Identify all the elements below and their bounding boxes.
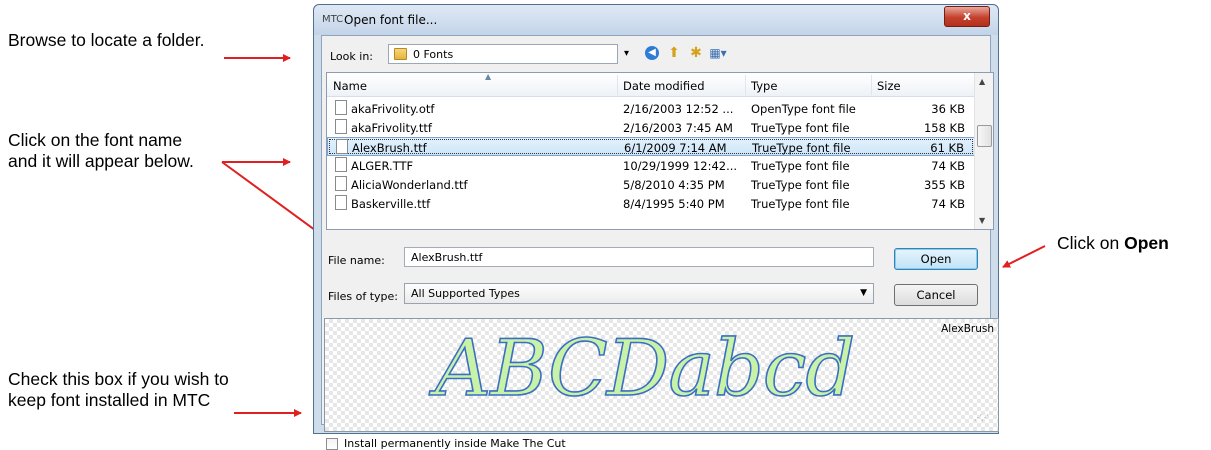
column-header-name[interactable]: Name [333, 79, 367, 93]
back-icon[interactable]: ◀ [642, 43, 662, 63]
file-size: 61 KB [930, 141, 964, 155]
file-icon [335, 176, 347, 191]
column-header-date[interactable]: Date modified [623, 79, 705, 93]
file-name-input[interactable]: AlexBrush.ttf [404, 247, 874, 267]
install-permanently-checkbox[interactable] [326, 438, 338, 450]
annotation-browse: Browse to locate a folder. [8, 30, 205, 50]
sort-arrow-icon: ▲ [485, 72, 492, 81]
annotation-click-font: Click on the font name and it will appea… [8, 130, 194, 171]
file-name: ALGER.TTF [351, 159, 414, 173]
column-divider[interactable] [745, 75, 746, 95]
file-type: OpenType font file [751, 102, 856, 116]
chevron-down-icon[interactable]: ▼ [860, 288, 867, 298]
file-size: 158 KB [923, 121, 965, 135]
install-permanently-label[interactable]: Install permanently inside Make The Cut [344, 437, 566, 450]
file-name-label: File name: [328, 254, 385, 267]
app-icon: MTC [322, 14, 344, 25]
file-type: TrueType font file [751, 178, 850, 192]
file-name: akaFrivolity.otf [351, 102, 435, 116]
file-type: TrueType font file [751, 197, 850, 211]
look-in-label: Look in: [330, 50, 373, 63]
files-of-type-select[interactable]: All Supported Types ▼ [404, 283, 874, 304]
file-row[interactable]: ALGER.TTF 10/29/1999 12:42... TrueType f… [327, 156, 975, 175]
scroll-thumb[interactable] [977, 125, 992, 147]
vertical-scrollbar[interactable]: ▲ ▼ [974, 73, 993, 229]
file-icon [335, 100, 347, 115]
chevron-down-icon[interactable]: ▾ [624, 48, 629, 59]
files-of-type-value: All Supported Types [411, 287, 520, 300]
arrow-to-open-button [1002, 245, 1046, 268]
annotation-click-open-bold: Open [1124, 233, 1169, 253]
resize-grip-icon[interactable]: ⋰⋰ [974, 413, 989, 422]
file-name: AliciaWonderland.ttf [351, 178, 468, 192]
file-size: 355 KB [923, 178, 965, 192]
preview-font-name: AlexBrush [941, 323, 994, 335]
file-size: 36 KB [931, 102, 965, 116]
font-preview: AlexBrush ABCDabcd [324, 318, 999, 432]
column-header-row: ▲ Name Date modified Type Size [327, 73, 975, 97]
file-row[interactable]: akaFrivolity.otf 2/16/2003 12:52 ... Ope… [327, 99, 975, 118]
scroll-up-icon[interactable]: ▲ [979, 77, 985, 86]
file-size: 74 KB [931, 159, 965, 173]
annotation-click-open: Click on Open [1057, 233, 1207, 254]
views-menu-icon[interactable]: ▦▾ [708, 43, 728, 63]
file-type: TrueType font file [751, 121, 850, 135]
annotation-check-box: Check this box if you wish to keep font … [8, 369, 229, 410]
file-date: 8/4/1995 5:40 PM [623, 197, 725, 211]
column-divider[interactable] [871, 75, 872, 95]
preview-sample-text: ABCDabcd [434, 324, 856, 414]
open-button[interactable]: Open [894, 248, 978, 270]
file-row[interactable]: Baskerville.ttf 8/4/1995 5:40 PM TrueTyp… [327, 194, 975, 213]
files-of-type-label: Files of type: [328, 290, 399, 303]
scroll-down-icon[interactable]: ▼ [979, 216, 985, 225]
column-header-type[interactable]: Type [751, 79, 777, 93]
file-icon [335, 195, 347, 210]
file-type: TrueType font file [751, 159, 850, 173]
file-date: 2/16/2003 7:45 AM [623, 121, 733, 135]
file-icon [335, 119, 347, 134]
dialog-content: Look in: 0 Fonts ▾ ◀ ⬆ ✱ ▦▾ ▲ Name Date … [321, 35, 999, 450]
up-folder-icon[interactable]: ⬆ [664, 43, 684, 63]
open-font-dialog: MTC Open font file... x Look in: 0 Fonts… [313, 4, 999, 450]
new-folder-icon[interactable]: ✱ [686, 43, 706, 63]
file-list[interactable]: ▲ Name Date modified Type Size akaFrivol… [326, 72, 994, 230]
folder-icon [394, 48, 407, 60]
file-size: 74 KB [931, 197, 965, 211]
file-date: 10/29/1999 12:42... [623, 159, 738, 173]
dialog-title: Open font file... [344, 13, 438, 27]
close-button[interactable]: x [944, 6, 990, 27]
file-date: 6/1/2009 7:14 AM [624, 141, 727, 155]
look-in-value: 0 Fonts [413, 48, 454, 61]
title-bar[interactable]: MTC Open font file... x [314, 5, 998, 35]
annotation-click-open-prefix: Click on [1057, 233, 1125, 253]
file-date: 2/16/2003 12:52 ... [623, 102, 734, 116]
file-icon [335, 157, 347, 172]
file-name: akaFrivolity.ttf [351, 121, 432, 135]
file-row[interactable]: akaFrivolity.ttf 2/16/2003 7:45 AM TrueT… [327, 118, 975, 137]
file-icon [336, 139, 348, 154]
file-row[interactable]: AliciaWonderland.ttf 5/8/2010 4:35 PM Tr… [327, 175, 975, 194]
look-in-combo[interactable]: 0 Fonts [388, 44, 618, 64]
cancel-button[interactable]: Cancel [894, 284, 978, 306]
column-header-size[interactable]: Size [877, 79, 901, 93]
column-divider[interactable] [617, 75, 618, 95]
file-date: 5/8/2010 4:35 PM [623, 178, 725, 192]
file-name: AlexBrush.ttf [352, 141, 427, 155]
file-name: Baskerville.ttf [351, 197, 431, 211]
file-row-selected[interactable]: AlexBrush.ttf 6/1/2009 7:14 AM TrueType … [327, 137, 975, 156]
file-type: TrueType font file [752, 141, 851, 155]
